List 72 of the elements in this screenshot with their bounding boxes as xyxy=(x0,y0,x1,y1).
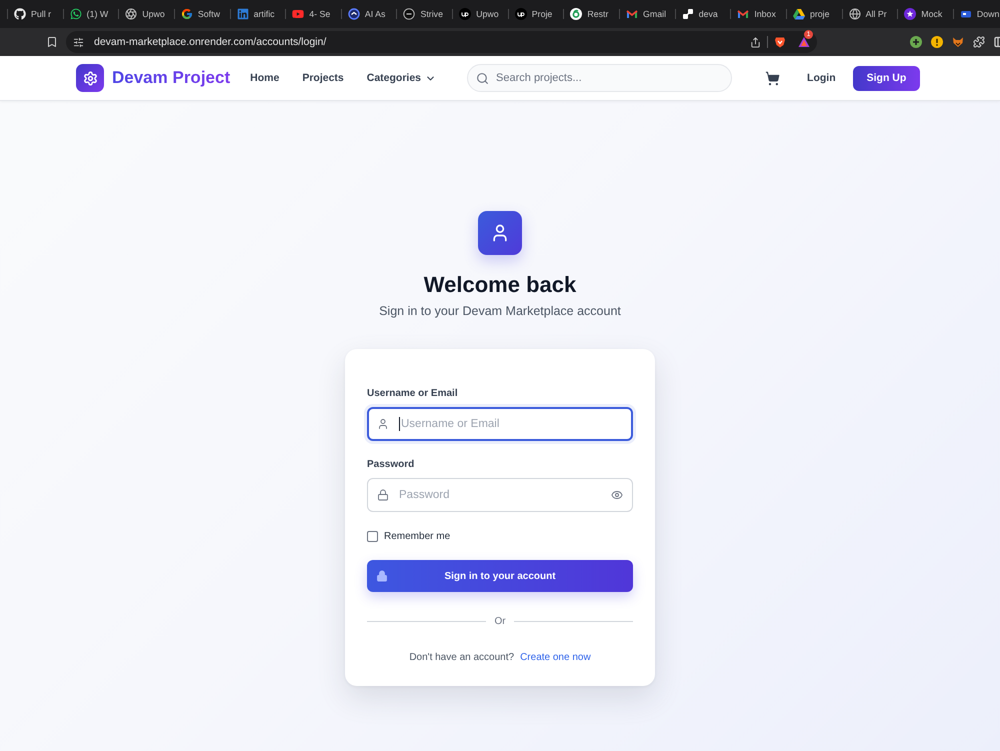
ring-icon xyxy=(570,8,582,20)
text-caret xyxy=(399,417,400,431)
cat-logo-icon xyxy=(14,8,26,20)
search-field[interactable]: Search projects... xyxy=(467,64,732,92)
user-icon xyxy=(478,211,522,255)
disc-icon xyxy=(514,8,527,20)
disc-icon xyxy=(459,8,472,20)
nav-link[interactable]: Home xyxy=(250,72,280,84)
fox-icon[interactable] xyxy=(952,36,964,48)
browser-tab[interactable]: 4- Se xyxy=(285,2,341,26)
browser-tab[interactable]: Strive xyxy=(396,2,452,26)
signup-prompt: Don't have an account? xyxy=(409,652,514,662)
browser-tab[interactable]: AI As xyxy=(340,2,396,26)
m-logo-icon xyxy=(626,8,638,20)
cart-icon[interactable] xyxy=(765,70,780,86)
browser-tab[interactable]: deva xyxy=(674,2,730,26)
create-account-link[interactable]: Create one now xyxy=(520,652,591,662)
play-button-icon xyxy=(292,8,304,20)
browser-tab[interactable]: Gmail xyxy=(619,2,675,26)
aperture-icon xyxy=(125,8,138,20)
url-text[interactable]: devam-marketplace.onrender.com/accounts/login/ xyxy=(94,36,326,48)
browser-tab[interactable]: artific xyxy=(230,2,286,26)
letter-g-icon xyxy=(180,8,193,20)
browser-tab[interactable]: Upwo xyxy=(118,2,174,26)
browser-tab[interactable]: (1) W xyxy=(62,2,118,26)
user-icon xyxy=(377,418,389,430)
browser-tab[interactable]: Inbox xyxy=(730,2,786,26)
browser-tab[interactable]: Proje xyxy=(508,2,564,26)
page-title: Welcome back xyxy=(424,271,576,299)
browser-tab[interactable]: Down xyxy=(952,2,1000,26)
chat-phone-icon xyxy=(70,8,82,20)
star-badge-icon xyxy=(904,8,916,20)
triangle-logo-icon xyxy=(792,8,805,20)
search-icon xyxy=(476,72,490,84)
divider-label: Or xyxy=(493,616,507,626)
bookmark-icon[interactable] xyxy=(46,36,58,48)
login-link[interactable]: Login xyxy=(807,72,836,84)
triangle-icon[interactable] xyxy=(798,36,810,48)
browser-tab[interactable]: Restr xyxy=(563,2,620,26)
page-subtitle: Sign in to your Devam Marketplace account xyxy=(379,303,621,320)
sign-in-button[interactable]: Sign in to your account xyxy=(367,560,633,592)
remember-checkbox[interactable] xyxy=(367,530,378,542)
field-label: Password xyxy=(367,458,414,472)
browser-tab[interactable]: Softw xyxy=(174,2,230,26)
m-logo-icon xyxy=(737,8,750,20)
share-icon[interactable] xyxy=(750,36,761,48)
screen-icon xyxy=(960,8,972,20)
blocks-icon xyxy=(682,8,694,20)
lock-icon xyxy=(377,489,389,501)
globe-icon xyxy=(848,8,861,20)
remember-label: Remember me xyxy=(384,530,450,542)
nav-link[interactable]: Projects xyxy=(302,72,344,84)
field-label: Username or Email xyxy=(367,387,458,401)
browser-tab[interactable]: proje xyxy=(786,2,842,26)
puzzle-icon[interactable] xyxy=(973,36,985,48)
lock-icon xyxy=(376,570,388,582)
nav-dropdown[interactable]: Categories xyxy=(366,72,436,84)
panel-icon[interactable] xyxy=(994,36,1000,48)
chevron-circle-icon xyxy=(348,8,360,20)
browser-tab[interactable]: Mock xyxy=(897,2,953,26)
plus-circle-icon[interactable] xyxy=(910,36,922,48)
site-settings-icon[interactable] xyxy=(72,36,84,48)
browser-tab[interactable]: Pull r xyxy=(7,2,63,26)
browser-tab[interactable]: Upwo xyxy=(452,2,508,26)
sign-up-button[interactable]: Sign Up xyxy=(852,66,920,90)
alert-circle-icon[interactable] xyxy=(931,36,943,48)
shield-icon[interactable] xyxy=(774,36,786,48)
minus-circle-icon xyxy=(403,8,416,20)
brand-name[interactable]: Devam Project xyxy=(112,68,230,88)
eye-icon[interactable] xyxy=(611,489,623,501)
browser-tab[interactable]: All Pr xyxy=(842,2,898,26)
gear-logo-icon[interactable] xyxy=(76,64,104,92)
